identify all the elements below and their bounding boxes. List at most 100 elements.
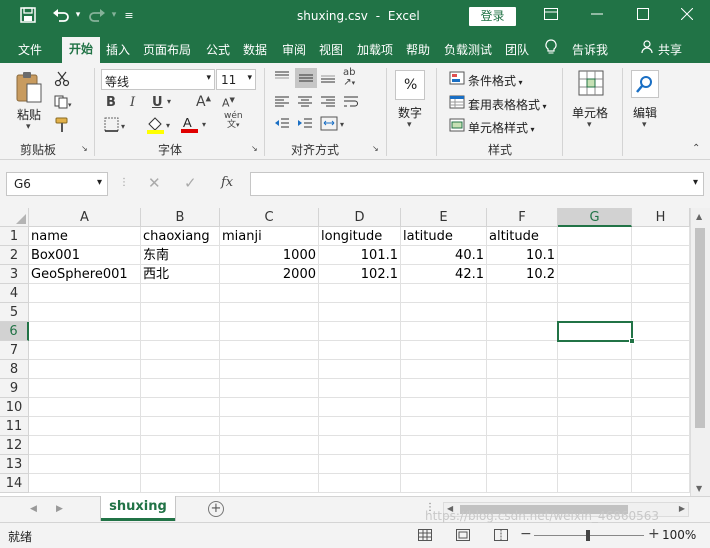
row-header-13[interactable]: 13: [0, 455, 29, 474]
tab-insert[interactable]: 插入: [106, 41, 130, 58]
cell-d9[interactable]: [319, 379, 401, 398]
copy-icon[interactable]: ▾: [54, 95, 72, 112]
tab-data[interactable]: 数据: [243, 41, 267, 58]
conditional-formatting-button[interactable]: 条件格式 ▾: [468, 72, 523, 89]
cell-h9[interactable]: [632, 379, 690, 398]
maximize-icon[interactable]: [620, 0, 666, 33]
row-header-1[interactable]: 1: [0, 227, 29, 246]
orientation-icon[interactable]: ab ↗▾: [343, 68, 355, 88]
previous-sheet-icon[interactable]: ◀: [30, 504, 37, 514]
cell-d8[interactable]: [319, 360, 401, 379]
ribbon-display-options-icon[interactable]: [528, 0, 574, 33]
login-button[interactable]: 登录: [469, 7, 516, 26]
cell-h6[interactable]: [632, 322, 690, 341]
cell-f6[interactable]: [487, 322, 558, 341]
cell-e9[interactable]: [401, 379, 487, 398]
cell-h5[interactable]: [632, 303, 690, 322]
cell-g3[interactable]: [558, 265, 632, 284]
cell-b5[interactable]: [141, 303, 220, 322]
enter-icon[interactable]: ✓: [184, 174, 197, 192]
cell-b13[interactable]: [141, 455, 220, 474]
cell-d12[interactable]: [319, 436, 401, 455]
cell-e13[interactable]: [401, 455, 487, 474]
cells-icon[interactable]: [578, 70, 604, 99]
cell-c10[interactable]: [220, 398, 319, 417]
cell-e4[interactable]: [401, 284, 487, 303]
cell-h12[interactable]: [632, 436, 690, 455]
tab-home[interactable]: 开始: [62, 37, 100, 63]
decrease-font-icon[interactable]: A▼: [222, 96, 235, 110]
cell-b2[interactable]: 东南: [141, 246, 220, 265]
cell-f11[interactable]: [487, 417, 558, 436]
cells-dropdown-icon[interactable]: ▾: [587, 120, 592, 130]
number-label[interactable]: 数字: [398, 104, 422, 121]
align-middle-icon[interactable]: [295, 68, 317, 88]
cancel-icon[interactable]: ✕: [148, 174, 161, 192]
cells-label[interactable]: 单元格: [572, 104, 608, 121]
row-header-8[interactable]: 8: [0, 360, 29, 379]
selected-cell-outline[interactable]: [557, 321, 635, 344]
decrease-indent-icon[interactable]: [274, 117, 290, 134]
tell-me-search[interactable]: 告诉我: [572, 41, 608, 58]
formula-input[interactable]: ▾: [250, 172, 704, 196]
cell-d13[interactable]: [319, 455, 401, 474]
cut-icon[interactable]: [54, 71, 70, 90]
cell-b10[interactable]: [141, 398, 220, 417]
cell-g11[interactable]: [558, 417, 632, 436]
lightbulb-icon[interactable]: [545, 39, 557, 59]
format-painter-icon[interactable]: [54, 117, 70, 136]
cell-b14[interactable]: [141, 474, 220, 493]
zoom-in-icon[interactable]: +: [648, 526, 660, 542]
column-header-c[interactable]: C: [220, 208, 319, 227]
zoom-out-icon[interactable]: −: [520, 526, 532, 542]
cell-c3[interactable]: 2000: [220, 265, 319, 284]
cell-c13[interactable]: [220, 455, 319, 474]
cell-a13[interactable]: [29, 455, 141, 474]
share-button[interactable]: 共享: [658, 41, 682, 58]
cell-h1[interactable]: [632, 227, 690, 246]
align-left-icon[interactable]: [274, 95, 290, 112]
cell-g14[interactable]: [558, 474, 632, 493]
zoom-level[interactable]: 100%: [662, 528, 696, 542]
paste-dropdown-icon[interactable]: ▾: [26, 122, 31, 132]
redo-icon[interactable]: [86, 7, 108, 27]
name-box[interactable]: G6 ▾: [6, 172, 108, 196]
bold-icon[interactable]: B: [106, 95, 116, 110]
tab-help[interactable]: 帮助: [406, 41, 430, 58]
column-header-h[interactable]: H: [632, 208, 690, 227]
row-header-6[interactable]: 6: [0, 322, 29, 341]
cell-h14[interactable]: [632, 474, 690, 493]
cell-c4[interactable]: [220, 284, 319, 303]
cell-c8[interactable]: [220, 360, 319, 379]
cell-b9[interactable]: [141, 379, 220, 398]
column-header-f[interactable]: F: [487, 208, 558, 227]
user-icon[interactable]: [641, 40, 653, 57]
alignment-launcher-icon[interactable]: ↘: [372, 144, 379, 153]
align-right-icon[interactable]: [320, 95, 336, 112]
paste-icon[interactable]: [12, 70, 46, 110]
scroll-up-icon[interactable]: ▲: [696, 212, 702, 221]
wrap-text-icon[interactable]: [343, 95, 359, 112]
cell-g1[interactable]: [558, 227, 632, 246]
cell-c7[interactable]: [220, 341, 319, 360]
paste-label[interactable]: 粘贴: [17, 106, 41, 123]
cell-g5[interactable]: [558, 303, 632, 322]
cell-f12[interactable]: [487, 436, 558, 455]
save-icon[interactable]: [18, 7, 38, 27]
cell-e3[interactable]: 42.1: [401, 265, 487, 284]
cell-h13[interactable]: [632, 455, 690, 474]
cell-f3[interactable]: 10.2: [487, 265, 558, 284]
undo-icon[interactable]: [50, 7, 72, 27]
column-header-e[interactable]: E: [401, 208, 487, 227]
cell-a4[interactable]: [29, 284, 141, 303]
increase-font-icon[interactable]: A▲: [196, 94, 211, 110]
number-format-icon[interactable]: %: [395, 70, 425, 100]
tab-formulas[interactable]: 公式: [206, 41, 230, 58]
cell-h8[interactable]: [632, 360, 690, 379]
tab-view[interactable]: 视图: [319, 41, 343, 58]
cell-e1[interactable]: latitude: [401, 227, 487, 246]
cell-d2[interactable]: 101.1: [319, 246, 401, 265]
tab-load-test[interactable]: 负载测试: [444, 41, 492, 58]
column-header-g[interactable]: G: [558, 208, 632, 227]
minimize-icon[interactable]: [574, 0, 620, 33]
